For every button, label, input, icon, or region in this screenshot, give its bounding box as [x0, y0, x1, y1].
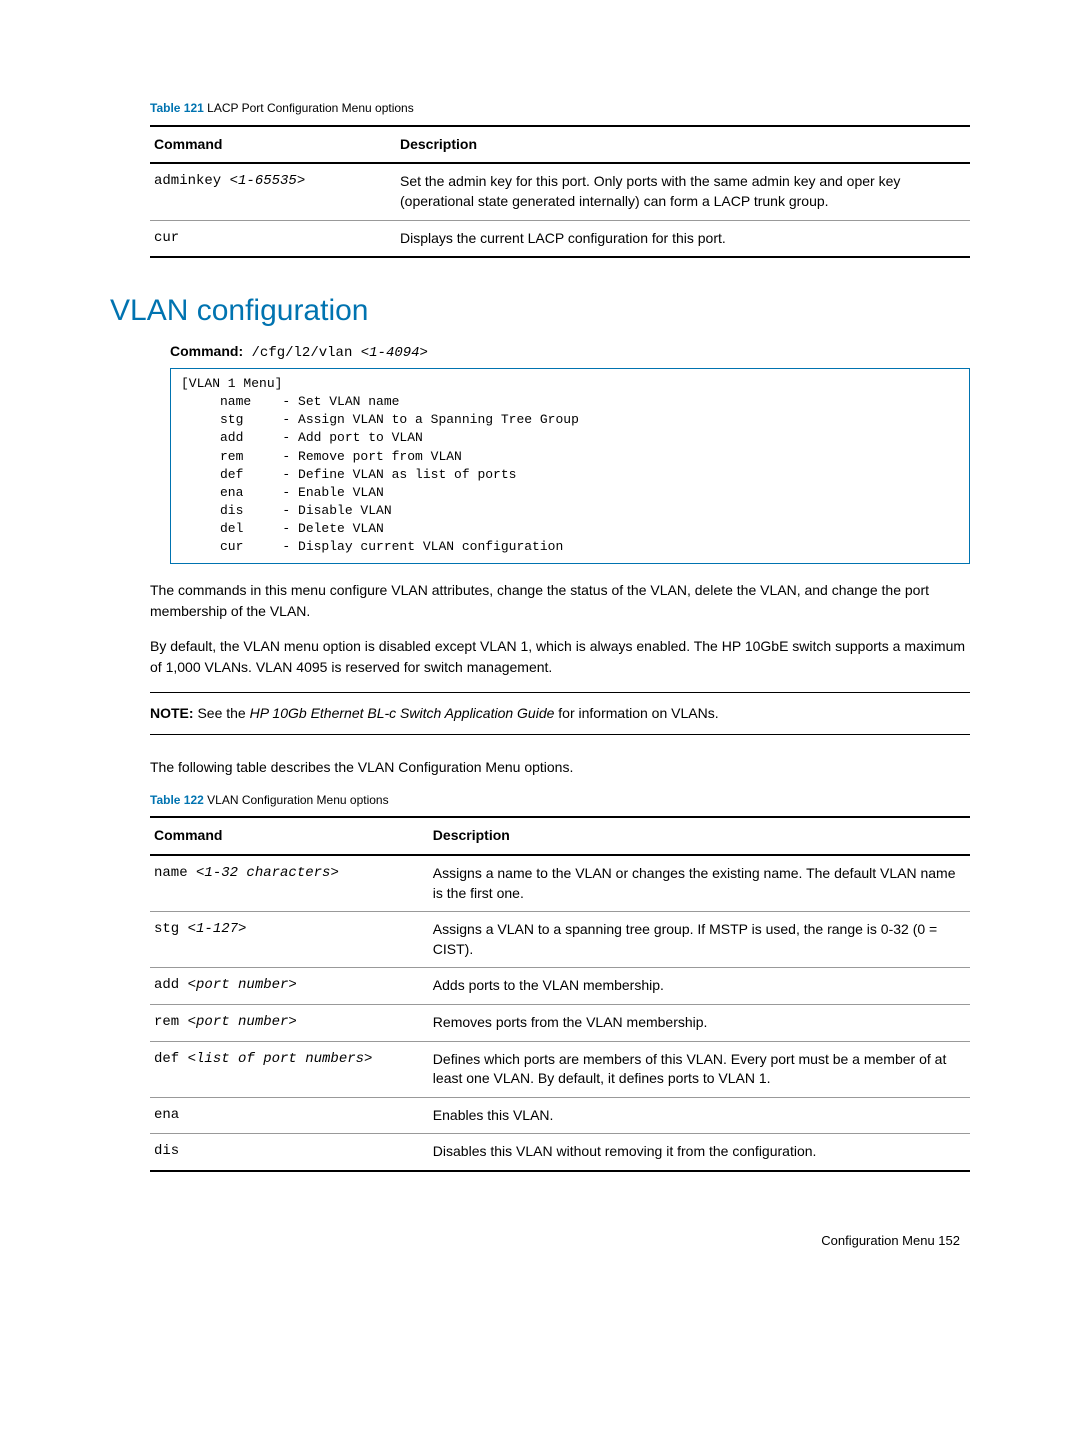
desc-cell: Set the admin key for this port. Only po…: [396, 163, 970, 220]
table-header-row: Command Description: [150, 817, 970, 855]
desc-cell: Adds ports to the VLAN membership.: [429, 968, 970, 1005]
body-para-3: The following table describes the VLAN C…: [110, 757, 970, 778]
command-text: /cfg/l2/vlan: [243, 345, 361, 361]
table-122-container: Table 122 VLAN Configuration Menu option…: [110, 792, 970, 1172]
cmd-cell: rem <port number>: [150, 1005, 429, 1042]
cmd-pre: ena: [154, 1107, 179, 1123]
cmd-cell: adminkey <1-65535>: [150, 163, 396, 220]
note-label: NOTE:: [150, 705, 194, 721]
table-121-container: Table 121 LACP Port Configuration Menu o…: [110, 100, 970, 258]
note-post: for information on VLANs.: [554, 705, 718, 721]
table-121-title: LACP Port Configuration Menu options: [204, 101, 414, 115]
table-row: cur Displays the current LACP configurat…: [150, 220, 970, 257]
table-122-caption: Table 122 VLAN Configuration Menu option…: [150, 792, 970, 809]
table-row: rem <port number> Removes ports from the…: [150, 1005, 970, 1042]
table-row: dis Disables this VLAN without removing …: [150, 1134, 970, 1171]
cmd-pre: cur: [154, 230, 179, 246]
desc-cell: Displays the current LACP configuration …: [396, 220, 970, 257]
table-121-caption: Table 121 LACP Port Configuration Menu o…: [150, 100, 970, 117]
header-description: Description: [396, 126, 970, 164]
table-row: def <list of port numbers> Defines which…: [150, 1041, 970, 1097]
cmd-pre: add: [154, 977, 188, 993]
cmd-cell: add <port number>: [150, 968, 429, 1005]
table-row: stg <1-127> Assigns a VLAN to a spanning…: [150, 912, 970, 968]
cmd-pre: def: [154, 1051, 188, 1067]
note-italic: HP 10Gb Ethernet BL-c Switch Application…: [250, 705, 555, 721]
command-label: Command:: [170, 343, 243, 359]
cmd-arg: <port number>: [188, 1014, 297, 1030]
cmd-arg: <list of port numbers>: [188, 1051, 373, 1067]
table-header-row: Command Description: [150, 126, 970, 164]
cmd-pre: dis: [154, 1143, 179, 1159]
desc-cell: Enables this VLAN.: [429, 1097, 970, 1134]
cmd-cell: dis: [150, 1134, 429, 1171]
note-block: NOTE: See the HP 10Gb Ethernet BL-c Swit…: [110, 703, 970, 724]
table-121-number: Table 121: [150, 101, 204, 115]
cmd-arg: <1-32 characters>: [196, 865, 339, 881]
table-row: add <port number> Adds ports to the VLAN…: [150, 968, 970, 1005]
body-para-2: By default, the VLAN menu option is disa…: [110, 636, 970, 678]
cmd-arg: <port number>: [188, 977, 297, 993]
cmd-arg: 1-65535: [238, 173, 297, 189]
table-121: Command Description adminkey <1-65535> S…: [150, 125, 970, 258]
section-heading: VLAN configuration: [110, 290, 970, 332]
table-row: ena Enables this VLAN.: [150, 1097, 970, 1134]
header-command: Command: [150, 817, 429, 855]
cmd-pre: name: [154, 865, 196, 881]
table-row: name <1-32 characters> Assigns a name to…: [150, 855, 970, 912]
table-122-number: Table 122: [150, 793, 204, 807]
cmd-cell: name <1-32 characters>: [150, 855, 429, 912]
cmd-cell: cur: [150, 220, 396, 257]
cmd-cell: stg <1-127>: [150, 912, 429, 968]
vlan-menu-code: [VLAN 1 Menu] name - Set VLAN name stg -…: [170, 368, 970, 564]
desc-cell: Defines which ports are members of this …: [429, 1041, 970, 1097]
command-arg: <1-4094>: [361, 345, 428, 361]
table-122: Command Description name <1-32 character…: [150, 816, 970, 1172]
command-line: Command: /cfg/l2/vlan <1-4094>: [110, 342, 970, 364]
desc-cell: Assigns a name to the VLAN or changes th…: [429, 855, 970, 912]
cmd-pre: rem: [154, 1014, 188, 1030]
desc-cell: Assigns a VLAN to a spanning tree group.…: [429, 912, 970, 968]
header-command: Command: [150, 126, 396, 164]
desc-cell: Disables this VLAN without removing it f…: [429, 1134, 970, 1171]
note-pre: See the: [194, 705, 250, 721]
cmd-arg: <1-127>: [188, 921, 247, 937]
body-para-1: The commands in this menu configure VLAN…: [110, 580, 970, 622]
table-row: adminkey <1-65535> Set the admin key for…: [150, 163, 970, 220]
cmd-post: >: [297, 173, 305, 189]
page-footer: Configuration Menu 152: [110, 1232, 970, 1250]
table-122-title: VLAN Configuration Menu options: [204, 793, 389, 807]
cmd-cell: ena: [150, 1097, 429, 1134]
cmd-pre: stg: [154, 921, 188, 937]
note-rule-bottom: [150, 734, 970, 735]
cmd-pre: adminkey <: [154, 173, 238, 189]
note-rule-top: [150, 692, 970, 693]
header-description: Description: [429, 817, 970, 855]
desc-cell: Removes ports from the VLAN membership.: [429, 1005, 970, 1042]
cmd-cell: def <list of port numbers>: [150, 1041, 429, 1097]
